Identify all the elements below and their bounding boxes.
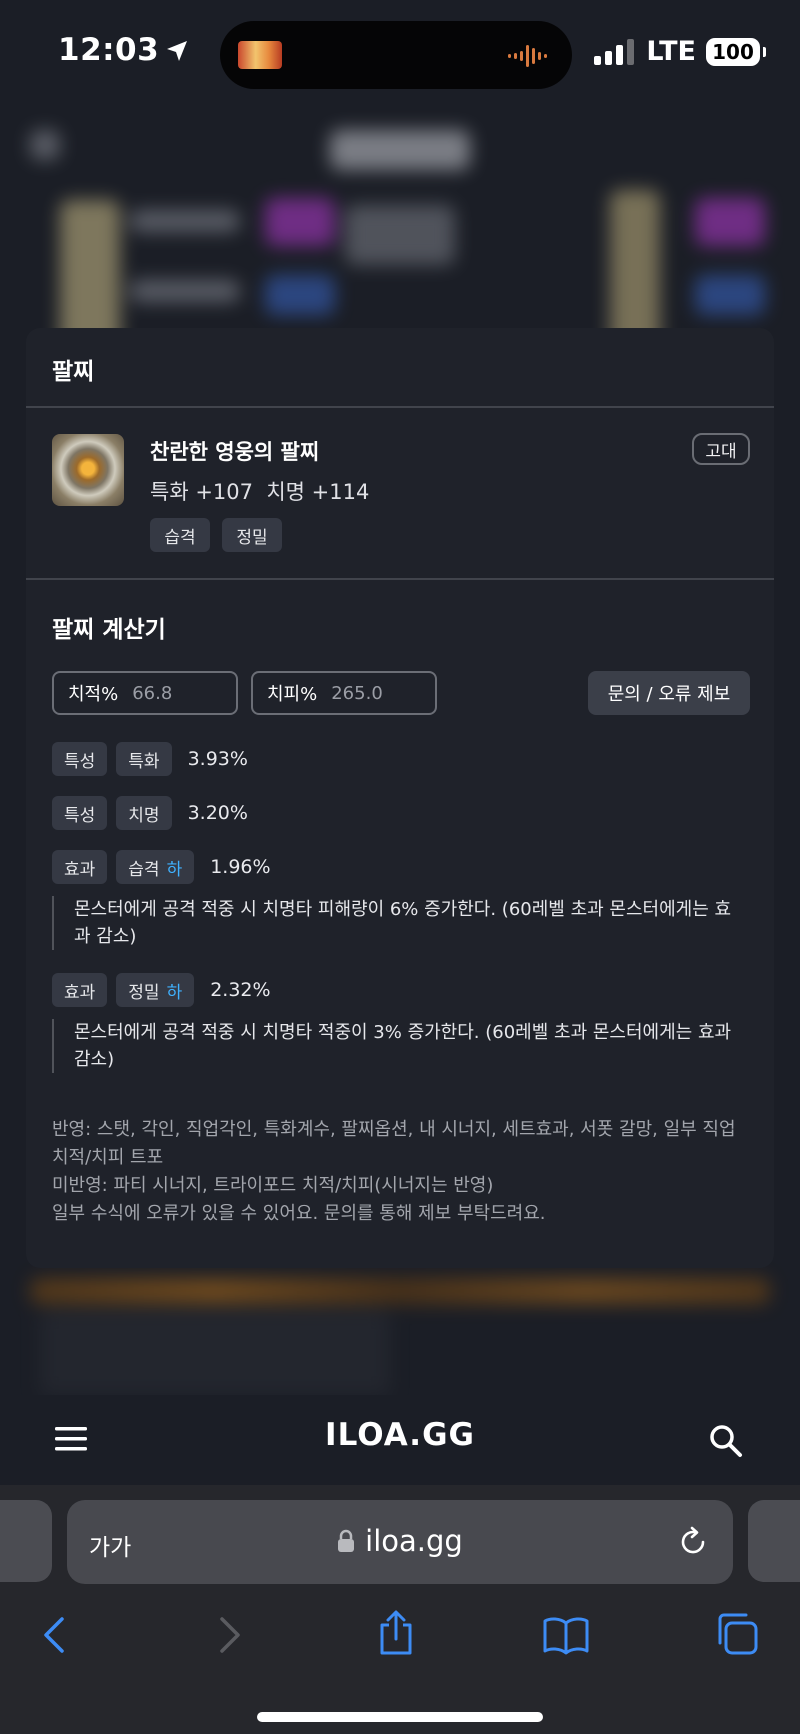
reload-icon[interactable] — [677, 1526, 709, 1558]
media-thumbnail — [238, 41, 282, 69]
note-reflected: 반영: 스탯, 각인, 직업각인, 특화계수, 팔찌옵션, 내 시너지, 세트효… — [52, 1119, 736, 1168]
row-percent: 2.32% — [210, 979, 271, 1001]
effect-level: 하 — [166, 859, 183, 880]
bg-orange-strip — [30, 1278, 770, 1304]
bg-back — [30, 130, 60, 160]
calc-row: 효과 정밀 하 2.32% — [52, 973, 271, 1007]
crit-rate-input[interactable]: 치적% 66.8 — [52, 671, 238, 715]
calculator-title: 팔찌 계산기 — [52, 617, 166, 643]
bg-title — [330, 130, 470, 170]
crit-damage-label: 치피% — [267, 684, 318, 705]
row-name-chip: 정밀 하 — [116, 973, 195, 1007]
address-bar[interactable]: 가가 iloa.gg — [67, 1500, 733, 1584]
site-navbar: ILOA.GG — [0, 1395, 800, 1485]
bookmarks-icon[interactable] — [542, 1615, 590, 1655]
bracelet-item-icon — [52, 434, 124, 506]
row-name-chip: 습격 하 — [116, 850, 195, 884]
crit-rate-value: 66.8 — [132, 682, 173, 704]
status-bar: 12:03 LTE 100 — [0, 0, 800, 100]
divider — [26, 406, 774, 408]
row-kind-chip: 특성 — [52, 742, 108, 776]
row-kind-chip: 효과 — [52, 973, 108, 1007]
grade-badge: 고대 — [692, 433, 750, 465]
dynamic-island[interactable] — [220, 21, 572, 89]
status-indicators: LTE 100 — [594, 36, 766, 67]
home-indicator — [257, 1712, 543, 1722]
calculator-notes: 반영: 스탯, 각인, 직업각인, 특화계수, 팔찌옵션, 내 시너지, 세트효… — [52, 1116, 752, 1228]
location-arrow-icon — [167, 41, 188, 61]
row-kind-chip: 특성 — [52, 796, 108, 830]
bg-blue-badge — [265, 275, 335, 315]
divider — [26, 578, 774, 580]
note-not-reflected: 미반영: 파티 시너지, 트라이포드 치적/치피(시너지는 반영) — [52, 1175, 494, 1196]
bg-panel — [40, 1310, 390, 1395]
search-icon[interactable] — [708, 1423, 744, 1459]
bg-blue-badge — [695, 275, 765, 315]
signal-icon — [594, 38, 635, 65]
section-title: 팔찌 — [52, 359, 95, 385]
previous-tab-preview[interactable] — [0, 1500, 52, 1582]
item-tag: 습격 — [150, 518, 210, 552]
row-percent: 3.93% — [187, 748, 248, 770]
effect-description: 몬스터에게 공격 적중 시 치명타 피해량이 6% 증가한다. (60레벨 초과… — [52, 896, 742, 950]
effect-description: 몬스터에게 공격 적중 시 치명타 적중이 3% 증가한다. (60레벨 초과 … — [52, 1019, 742, 1073]
row-percent: 1.96% — [210, 856, 271, 878]
url-display[interactable]: iloa.gg — [67, 1524, 733, 1558]
site-logo[interactable]: ILOA.GG — [0, 1417, 800, 1453]
effect-level: 하 — [166, 982, 183, 1003]
bg-text — [130, 280, 240, 302]
row-percent: 3.20% — [187, 802, 248, 824]
row-kind-chip: 효과 — [52, 850, 108, 884]
calc-row: 특성 특화 3.93% — [52, 742, 248, 776]
bg-purple-badge — [265, 198, 335, 246]
battery-level: 100 — [712, 39, 754, 64]
audio-wave-icon — [508, 45, 547, 67]
lock-icon — [338, 1529, 355, 1552]
row-name-chip: 특화 — [116, 742, 172, 776]
bg-text — [130, 210, 240, 232]
share-icon[interactable] — [376, 1609, 416, 1657]
status-time: 12:03 — [58, 32, 189, 68]
note-disclaimer: 일부 수식에 오류가 있을 수 있어요. 문의를 통해 제보 부탁드려요. — [52, 1203, 546, 1224]
next-tab-preview[interactable] — [748, 1500, 800, 1582]
url-text: iloa.gg — [365, 1524, 463, 1558]
item-name: 찬란한 영웅의 팔찌 — [150, 440, 320, 464]
calc-row: 효과 습격 하 1.96% — [52, 850, 271, 884]
forward-icon[interactable] — [214, 1615, 244, 1655]
network-type: LTE — [646, 36, 696, 67]
row-name-chip: 치명 — [116, 796, 172, 830]
tabs-icon[interactable] — [714, 1611, 760, 1657]
bracelet-popup-card: 팔찌 찬란한 영웅의 팔찌 특화 +107 치명 +114 고대 습격 정밀 팔… — [26, 328, 774, 1268]
bg-purple-badge — [695, 198, 765, 246]
effect-name: 정밀 — [128, 982, 160, 1003]
report-button[interactable]: 문의 / 오류 제보 — [588, 671, 750, 715]
effect-name: 습격 — [128, 859, 160, 880]
browser-chrome: 가가 iloa.gg — [0, 1485, 800, 1734]
crit-damage-value: 265.0 — [331, 682, 383, 704]
back-icon[interactable] — [40, 1615, 70, 1655]
calc-row: 특성 치명 3.20% — [52, 796, 248, 830]
battery-icon: 100 — [706, 37, 766, 66]
time-text: 12:03 — [58, 32, 160, 68]
crit-rate-label: 치적% — [68, 684, 119, 705]
bg-text — [345, 205, 455, 265]
item-tag: 정밀 — [222, 518, 282, 552]
item-stats: 특화 +107 치명 +114 — [150, 480, 370, 504]
crit-damage-input[interactable]: 치피% 265.0 — [251, 671, 437, 715]
